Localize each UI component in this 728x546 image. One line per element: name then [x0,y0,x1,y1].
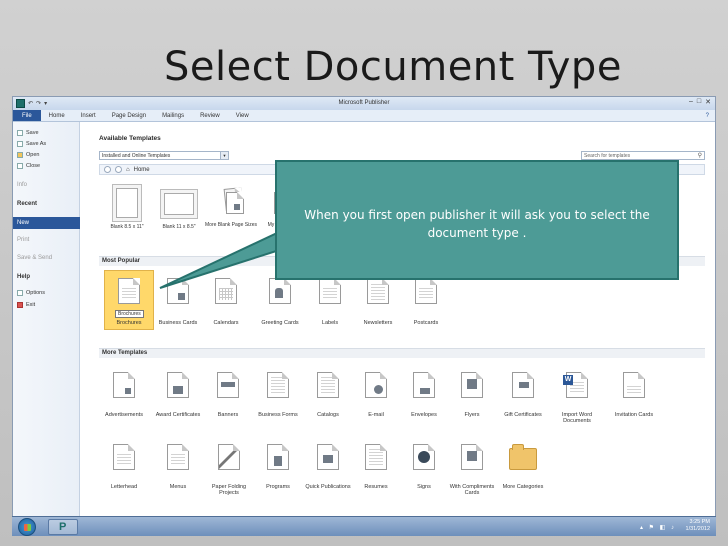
publisher-taskbar-button[interactable] [48,519,78,535]
callout-box: When you first open publisher it will as… [275,160,679,280]
taskbar: ▴ ⚑ ◧ ♪ 3:25 PM 1/31/2012 [12,516,716,536]
clock[interactable]: 3:25 PM 1/31/2012 [686,519,710,533]
clock-time: 3:25 PM [689,519,710,525]
system-tray-icons[interactable]: ▴ ⚑ ◧ ♪ [640,524,676,531]
callout-text: When you first open publisher it will as… [304,208,650,240]
clock-date: 1/31/2012 [685,526,710,532]
start-button-icon[interactable] [18,518,36,536]
slide: Select Document Type ↶ ↷ ▾ Microsoft Pub… [0,0,728,546]
